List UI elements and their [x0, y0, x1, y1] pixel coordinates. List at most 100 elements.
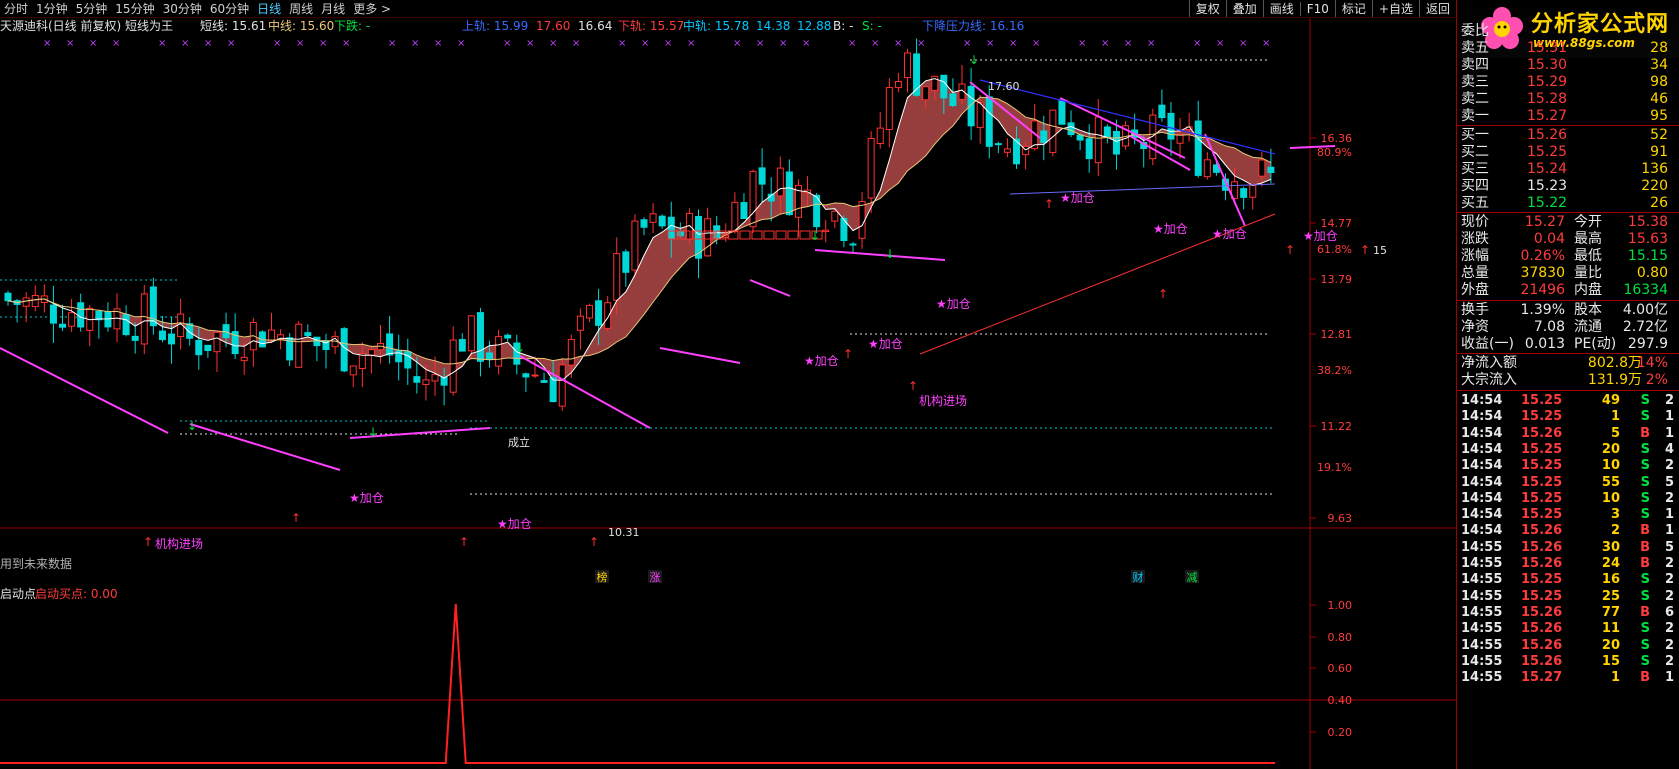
- kline-chart[interactable]: 天源迪科(日线 前复权) 短线为王 短线: 15.61 中线: 15.60 下跌: -…: [0, 18, 1456, 769]
- toolbar-button-6[interactable]: 返回: [1418, 0, 1456, 17]
- add-position-label: ★加仓: [936, 297, 971, 311]
- add-position-label: ★加仓: [1303, 229, 1338, 243]
- stat-value: 4.00亿: [1622, 302, 1668, 318]
- x-mark: ×: [802, 38, 810, 49]
- period-tab-1[interactable]: 1分钟: [32, 0, 72, 17]
- period-tab-9[interactable]: 更多 >: [349, 0, 395, 17]
- toolbar-button-1[interactable]: 叠加: [1225, 0, 1263, 17]
- tick-price: 15.25: [1521, 474, 1563, 490]
- flow-pct: 2%: [1645, 372, 1668, 388]
- candle-body: [195, 339, 203, 356]
- candle-body: [967, 85, 975, 127]
- x-mark: ×: [273, 38, 281, 49]
- candle-body: [340, 328, 348, 372]
- down-arrow-icon: ↓: [969, 53, 979, 67]
- period-tab-5[interactable]: 60分钟: [206, 0, 253, 17]
- x-mark: ×: [342, 38, 350, 49]
- tick-price: 15.25: [1521, 409, 1563, 425]
- x-mark: ×: [1193, 38, 1201, 49]
- tick-price: 15.25: [1521, 458, 1563, 474]
- stat-label: 涨跌: [1461, 231, 1489, 247]
- period-tab-2[interactable]: 5分钟: [72, 0, 112, 17]
- tick-volume: 15: [1601, 653, 1620, 669]
- stat-value: 15.15: [1627, 248, 1668, 264]
- event-marker: 财: [1133, 570, 1144, 584]
- tick-count: 1: [1664, 425, 1674, 441]
- tick-count: 1: [1664, 507, 1674, 523]
- tick-volume: 11: [1601, 621, 1620, 637]
- candle-body: [604, 302, 612, 329]
- candle-body: [1058, 99, 1066, 125]
- tick-price: 15.26: [1521, 604, 1563, 620]
- ask-price: 15.29: [1527, 74, 1568, 90]
- candle-body: [622, 251, 630, 273]
- ask-price: 15.30: [1527, 57, 1568, 73]
- tick-price: 15.26: [1521, 556, 1563, 571]
- stat-value: 0.26%: [1520, 248, 1565, 264]
- signal-box: [799, 230, 811, 240]
- tick-count: 2: [1664, 588, 1674, 604]
- ask-volume: 34: [1650, 57, 1668, 73]
- candle-body: [549, 377, 557, 403]
- candle-body: [558, 364, 566, 407]
- up-arrow-icon: ↑: [843, 347, 853, 361]
- tick-price: 15.26: [1521, 621, 1563, 637]
- tick-direction: S: [1640, 507, 1650, 523]
- candle-body: [158, 330, 166, 341]
- candle-body: [749, 170, 757, 228]
- toolbar-button-0[interactable]: 复权: [1188, 0, 1226, 17]
- toolbar-button-5[interactable]: +自选: [1371, 0, 1419, 17]
- x-mark: ×: [963, 38, 971, 49]
- period-tab-7[interactable]: 周线: [285, 0, 317, 17]
- bid-volume: 52: [1650, 127, 1668, 143]
- candle-body: [667, 216, 675, 240]
- tick-volume: 2: [1610, 523, 1620, 539]
- ask-price: 15.27: [1527, 108, 1568, 124]
- down-arrow-icon: ↓: [187, 419, 197, 433]
- period-toolbar: 分时 1分钟 5分钟 15分钟 30分钟 60分钟 日线 周线 月线 更多 > 复权 叠加 画线 F10 标…: [0, 0, 1456, 18]
- period-tab-4[interactable]: 30分钟: [159, 0, 206, 17]
- ask-label: 卖五: [1461, 40, 1489, 56]
- chart-area[interactable]: 天源迪科(日线 前复权) 短线为王 短线: 15.61 中线: 15.60 下跌: -…: [0, 18, 1456, 769]
- indicator1-name: 启动点: [0, 587, 36, 601]
- candle-body: [1240, 188, 1248, 198]
- x-mark: ×: [664, 38, 672, 49]
- candle-body: [1249, 184, 1257, 198]
- x-mark: ×: [388, 38, 396, 49]
- x-mark: ×: [779, 38, 787, 49]
- candle-body: [1167, 112, 1175, 140]
- candle-body: [213, 331, 221, 353]
- period-tab-8[interactable]: 月线: [317, 0, 349, 17]
- tick-volume: 49: [1601, 393, 1620, 408]
- tick-direction: S: [1640, 393, 1650, 408]
- x-mark: ×: [411, 38, 419, 49]
- toolbar-button-2[interactable]: 画线: [1262, 0, 1300, 17]
- bid-row: 买四 15.23 220: [1457, 178, 1679, 195]
- tick-count: 2: [1664, 458, 1674, 474]
- ask-price: 15.28: [1527, 91, 1568, 107]
- stat-label: 涨幅: [1461, 248, 1489, 264]
- bid-row: 买一 15.26 52: [1457, 127, 1679, 144]
- x-mark: ×: [917, 38, 925, 49]
- tick-count: 2: [1664, 653, 1674, 669]
- value-label-1: 17.60: [536, 19, 570, 33]
- x-mark: ×: [503, 38, 511, 49]
- x-mark: ×: [319, 38, 327, 49]
- period-tab-0[interactable]: 分时: [0, 0, 32, 17]
- toolbar-button-4[interactable]: 标记: [1334, 0, 1372, 17]
- candle-body: [858, 201, 866, 239]
- indicator1-tick: 1.00: [1328, 599, 1353, 612]
- toolbar-button-3[interactable]: F10: [1299, 1, 1335, 16]
- mid-rail-label: 中轨: 15.78: [683, 18, 749, 33]
- tick-row: 14:55 15.26 20 S 2: [1457, 638, 1679, 654]
- candle-body: [831, 210, 839, 222]
- add-position-label: ★加仓: [1212, 227, 1247, 241]
- x-mark: ×: [756, 38, 764, 49]
- tick-volume: 77: [1601, 604, 1620, 620]
- candle-body: [595, 300, 603, 326]
- tick-direction: S: [1640, 572, 1650, 588]
- x-mark: ×: [871, 38, 879, 49]
- flow-value: 131.9万: [1587, 372, 1642, 388]
- period-tab-3[interactable]: 15分钟: [111, 0, 158, 17]
- period-tab-6[interactable]: 日线: [253, 0, 285, 17]
